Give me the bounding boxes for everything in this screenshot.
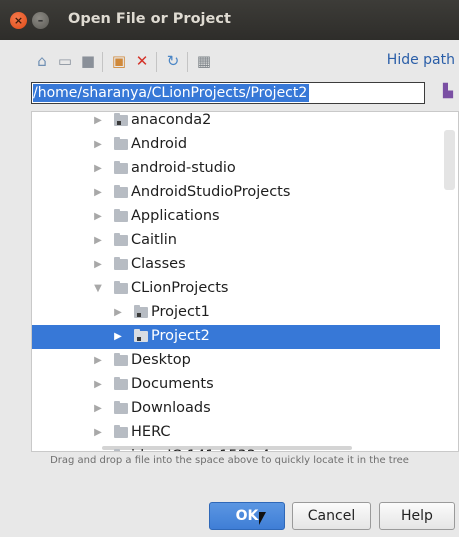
tree-row-label: Downloads bbox=[131, 400, 211, 416]
tree-row-label: Caitlin bbox=[131, 232, 177, 248]
folder-icon bbox=[114, 353, 128, 366]
folder-icon bbox=[114, 401, 128, 414]
collapsed-arrow-icon[interactable]: ▶ bbox=[92, 114, 104, 128]
tree-row-label: Classes bbox=[131, 256, 186, 272]
tree-row[interactable]: ▶ HERC bbox=[32, 421, 440, 445]
home-icon[interactable]: ⌂ bbox=[33, 52, 51, 70]
tree-row-label: Project2 bbox=[151, 328, 210, 344]
collapsed-arrow-icon[interactable]: ▶ bbox=[92, 426, 104, 440]
collapsed-arrow-icon[interactable]: ▶ bbox=[92, 138, 104, 152]
tree-row[interactable]: ▼ CLionProjects bbox=[32, 277, 440, 301]
folder-icon bbox=[114, 161, 128, 174]
folder-icon bbox=[114, 185, 128, 198]
tree-row[interactable]: ▶ Applications bbox=[32, 205, 440, 229]
collapsed-arrow-icon[interactable]: ▶ bbox=[92, 378, 104, 392]
vertical-scrollbar[interactable] bbox=[444, 130, 455, 190]
project-folder-icon bbox=[114, 113, 128, 126]
collapsed-arrow-icon[interactable]: ▶ bbox=[92, 258, 104, 272]
toolbar: ⌂ ▭ ■ ▣ ✕ ↻ ▦ Hide path bbox=[0, 48, 459, 78]
desktop-icon[interactable]: ▭ bbox=[56, 52, 74, 70]
delete-icon[interactable]: ✕ bbox=[133, 52, 151, 70]
tree-row-label: anaconda2 bbox=[131, 112, 212, 128]
tree-row[interactable]: ▶ Downloads bbox=[32, 397, 440, 421]
path-input[interactable]: /home/sharanya/CLionProjects/Project2 bbox=[31, 82, 425, 104]
collapsed-arrow-icon[interactable]: ▶ bbox=[112, 330, 124, 344]
project-folder-icon bbox=[134, 329, 148, 342]
collapsed-arrow-icon[interactable]: ▶ bbox=[92, 210, 104, 224]
window-title: Open File or Project bbox=[68, 11, 231, 27]
help-button[interactable]: Help bbox=[379, 502, 455, 530]
path-value: /home/sharanya/CLionProjects/Project2 bbox=[33, 84, 310, 102]
folder-icon bbox=[114, 137, 128, 150]
tree-row[interactable]: ▶ Documents bbox=[32, 373, 440, 397]
tree-row-label: Desktop bbox=[131, 352, 191, 368]
toolbar-separator bbox=[156, 52, 157, 72]
tree-row-label: Project1 bbox=[151, 304, 210, 320]
folder-icon bbox=[114, 209, 128, 222]
file-tree[interactable]: ▶ anaconda2 ▶ Android ▶ android-studio ▶ Androi… bbox=[31, 111, 459, 452]
collapsed-arrow-icon[interactable]: ▶ bbox=[112, 306, 124, 320]
collapsed-arrow-icon[interactable]: ▶ bbox=[92, 354, 104, 368]
mouse-cursor-icon bbox=[259, 512, 266, 525]
tree-row-label: Android bbox=[131, 136, 188, 152]
tree-row[interactable]: ▶ Classes bbox=[32, 253, 440, 277]
toolbar-separator bbox=[187, 52, 188, 72]
path-row: /home/sharanya/CLionProjects/Project2 bbox=[31, 82, 425, 104]
tree-row-label: android-studio bbox=[131, 160, 236, 176]
cancel-button[interactable]: Cancel bbox=[292, 502, 371, 530]
ok-button[interactable]: OK bbox=[209, 502, 285, 530]
project-folder-icon bbox=[134, 305, 148, 318]
tree-row-label: AndroidStudioProjects bbox=[131, 184, 291, 200]
show-hidden-icon[interactable]: ▦ bbox=[195, 52, 213, 70]
collapsed-arrow-icon[interactable]: ▶ bbox=[92, 186, 104, 200]
tree-row-label: Applications bbox=[131, 208, 220, 224]
tree-row[interactable]: ▶ Project2 bbox=[32, 325, 440, 349]
collapsed-arrow-icon[interactable]: ▶ bbox=[92, 234, 104, 248]
close-window-button[interactable]: × bbox=[10, 12, 27, 29]
tree-row-label: CLionProjects bbox=[131, 280, 229, 296]
tree-row[interactable]: ▶ AndroidStudioProjects bbox=[32, 181, 440, 205]
folder-icon bbox=[114, 257, 128, 270]
tree-row[interactable]: ▶ Desktop bbox=[32, 349, 440, 373]
collapsed-arrow-icon[interactable]: ▶ bbox=[92, 162, 104, 176]
expanded-arrow-icon[interactable]: ▼ bbox=[92, 282, 104, 296]
tree-row[interactable]: ▶ Project1 bbox=[32, 301, 440, 325]
hide-path-link[interactable]: Hide path bbox=[387, 52, 455, 68]
path-history-icon[interactable]: ▙ bbox=[441, 84, 455, 102]
folder-icon bbox=[114, 281, 128, 294]
folder-icon bbox=[114, 377, 128, 390]
tree-row-label: idea-IC-141.1532.4 bbox=[131, 448, 270, 451]
collapsed-arrow-icon[interactable]: ▶ bbox=[92, 450, 104, 451]
tree-row[interactable]: ▶ idea-IC-141.1532.4 bbox=[32, 445, 440, 451]
tree-row[interactable]: ▶ Caitlin bbox=[32, 229, 440, 253]
refresh-icon[interactable]: ↻ bbox=[164, 52, 182, 70]
collapsed-arrow-icon[interactable]: ▶ bbox=[92, 402, 104, 416]
toolbar-separator bbox=[102, 52, 103, 72]
tree-row-label: Documents bbox=[131, 376, 214, 392]
title-bar: × – Open File or Project bbox=[0, 0, 459, 40]
tree-row-label: HERC bbox=[131, 424, 171, 440]
minimize-window-button[interactable]: – bbox=[32, 12, 49, 29]
drag-drop-hint: Drag and drop a file into the space abov… bbox=[50, 455, 409, 466]
folder-icon bbox=[114, 449, 120, 451]
folder-icon bbox=[114, 233, 128, 246]
tree-row[interactable]: ▶ anaconda2 bbox=[32, 112, 440, 133]
folder-icon bbox=[114, 425, 128, 438]
new-folder-icon[interactable]: ▣ bbox=[110, 52, 128, 70]
tree-row[interactable]: ▶ Android bbox=[32, 133, 440, 157]
tree-row[interactable]: ▶ android-studio bbox=[32, 157, 440, 181]
project-folder-icon[interactable]: ■ bbox=[79, 52, 97, 70]
